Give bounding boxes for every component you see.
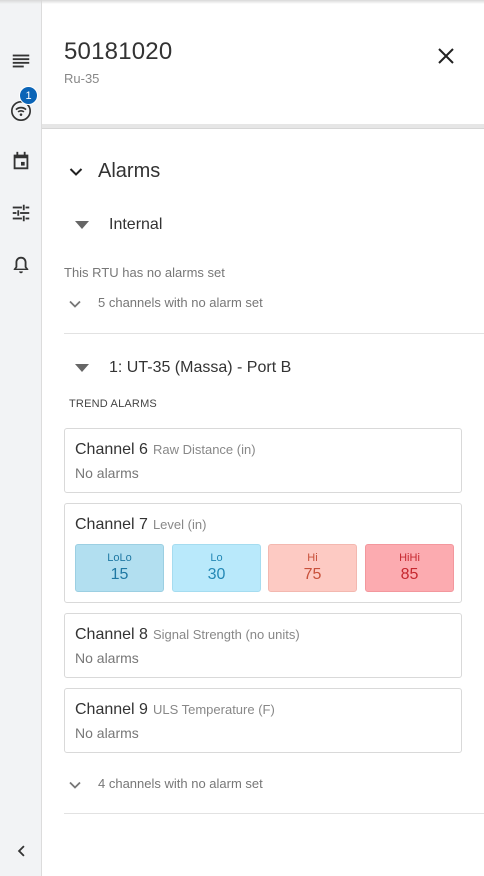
channel-unit: ULS Temperature (F) bbox=[152, 702, 275, 717]
channel-unit: Level (in) bbox=[152, 517, 207, 532]
channel-alarm-status: No alarms bbox=[75, 725, 139, 741]
channel-name: Channel 8 bbox=[75, 626, 148, 643]
tune-icon bbox=[12, 204, 30, 222]
channel-title: Channel 7 Level (in) bbox=[75, 516, 206, 534]
panel-header: 50181020 Ru-35 bbox=[42, 0, 484, 126]
channel-unit: Raw Distance (in) bbox=[152, 442, 256, 457]
side-rail: 1 bbox=[0, 0, 42, 876]
chevron-down-icon bbox=[69, 781, 81, 789]
channel-name: Channel 7 bbox=[75, 516, 148, 533]
caret-down-icon bbox=[75, 364, 89, 372]
close-icon bbox=[438, 48, 454, 64]
chevron-down-icon bbox=[69, 300, 81, 308]
threshold-label: Hi bbox=[307, 552, 318, 564]
calendar-icon bbox=[13, 151, 29, 170]
top-shadow bbox=[0, 0, 484, 4]
threshold-value: 30 bbox=[207, 566, 226, 583]
device-no-alarm-channels-toggle[interactable]: 4 channels with no alarm set bbox=[68, 774, 263, 792]
threshold-value: 75 bbox=[303, 566, 322, 583]
hihi-threshold-chip[interactable]: HiHi 85 bbox=[365, 544, 454, 592]
chevron-down-icon bbox=[69, 167, 83, 176]
settings-button[interactable] bbox=[6, 198, 36, 228]
channel-alarm-status: No alarms bbox=[75, 465, 139, 481]
channel-name: Channel 6 bbox=[75, 441, 148, 458]
internal-no-alarm-channels-toggle[interactable]: 5 channels with no alarm set bbox=[68, 293, 263, 311]
close-button[interactable] bbox=[434, 44, 458, 68]
menu-button[interactable] bbox=[6, 46, 36, 76]
channel-title: Channel 9 ULS Temperature (F) bbox=[75, 701, 275, 719]
alarms-button[interactable] bbox=[6, 250, 36, 280]
threshold-value: 85 bbox=[400, 566, 419, 583]
caret-down-icon bbox=[75, 221, 89, 229]
section-divider bbox=[64, 813, 484, 814]
rtu-id-title: 50181020 bbox=[64, 38, 173, 65]
rtu-name-subtitle: Ru-35 bbox=[64, 71, 100, 86]
collapse-rail-button[interactable] bbox=[6, 836, 36, 866]
rtu-detail-panel: 50181020 Ru-35 Alarms Internal This RTU … bbox=[42, 0, 484, 876]
section-divider bbox=[64, 333, 484, 334]
threshold-value: 15 bbox=[110, 566, 129, 583]
channel-title: Channel 6 Raw Distance (in) bbox=[75, 441, 256, 459]
notification-badge: 1 bbox=[19, 86, 38, 105]
lolo-threshold-chip[interactable]: LoLo 15 bbox=[75, 544, 164, 592]
channel-card[interactable]: Channel 6 Raw Distance (in) No alarms bbox=[64, 428, 462, 493]
menu-icon bbox=[12, 54, 30, 68]
alarms-section-title: Alarms bbox=[98, 160, 161, 182]
device-section-toggle[interactable]: 1: UT-35 (Massa) - Port B bbox=[74, 359, 291, 377]
channel-unit: Signal Strength (no units) bbox=[152, 627, 300, 642]
trend-alarms-label: TREND ALARMS bbox=[69, 398, 157, 410]
channel-card[interactable]: Channel 8 Signal Strength (no units) No a… bbox=[64, 613, 462, 678]
bell-icon bbox=[13, 256, 29, 274]
channel-card[interactable]: Channel 7 Level (in) LoLo 15 Lo 30 Hi 75 … bbox=[64, 503, 462, 603]
internal-section-toggle[interactable]: Internal bbox=[74, 216, 162, 234]
internal-no-alarm-channels-label: 5 channels with no alarm set bbox=[98, 294, 263, 310]
channel-name: Channel 9 bbox=[75, 701, 148, 718]
calendar-button[interactable] bbox=[6, 146, 36, 176]
channel-title: Channel 8 Signal Strength (no units) bbox=[75, 626, 300, 644]
device-section-title: 1: UT-35 (Massa) - Port B bbox=[109, 359, 292, 376]
threshold-label: HiHi bbox=[399, 552, 420, 564]
channel-card[interactable]: Channel 9 ULS Temperature (F) No alarms bbox=[64, 688, 462, 753]
threshold-label: LoLo bbox=[107, 552, 132, 564]
alarms-section-toggle[interactable]: Alarms bbox=[68, 160, 160, 183]
internal-section-title: Internal bbox=[109, 216, 163, 233]
threshold-label: Lo bbox=[210, 552, 223, 564]
channel-alarm-status: No alarms bbox=[75, 650, 139, 666]
chevron-left-icon bbox=[17, 845, 25, 857]
hi-threshold-chip[interactable]: Hi 75 bbox=[268, 544, 357, 592]
header-divider bbox=[42, 124, 484, 129]
internal-no-alarms-message: This RTU has no alarms set bbox=[64, 265, 225, 280]
lo-threshold-chip[interactable]: Lo 30 bbox=[172, 544, 261, 592]
device-no-alarm-channels-label: 4 channels with no alarm set bbox=[98, 775, 263, 791]
